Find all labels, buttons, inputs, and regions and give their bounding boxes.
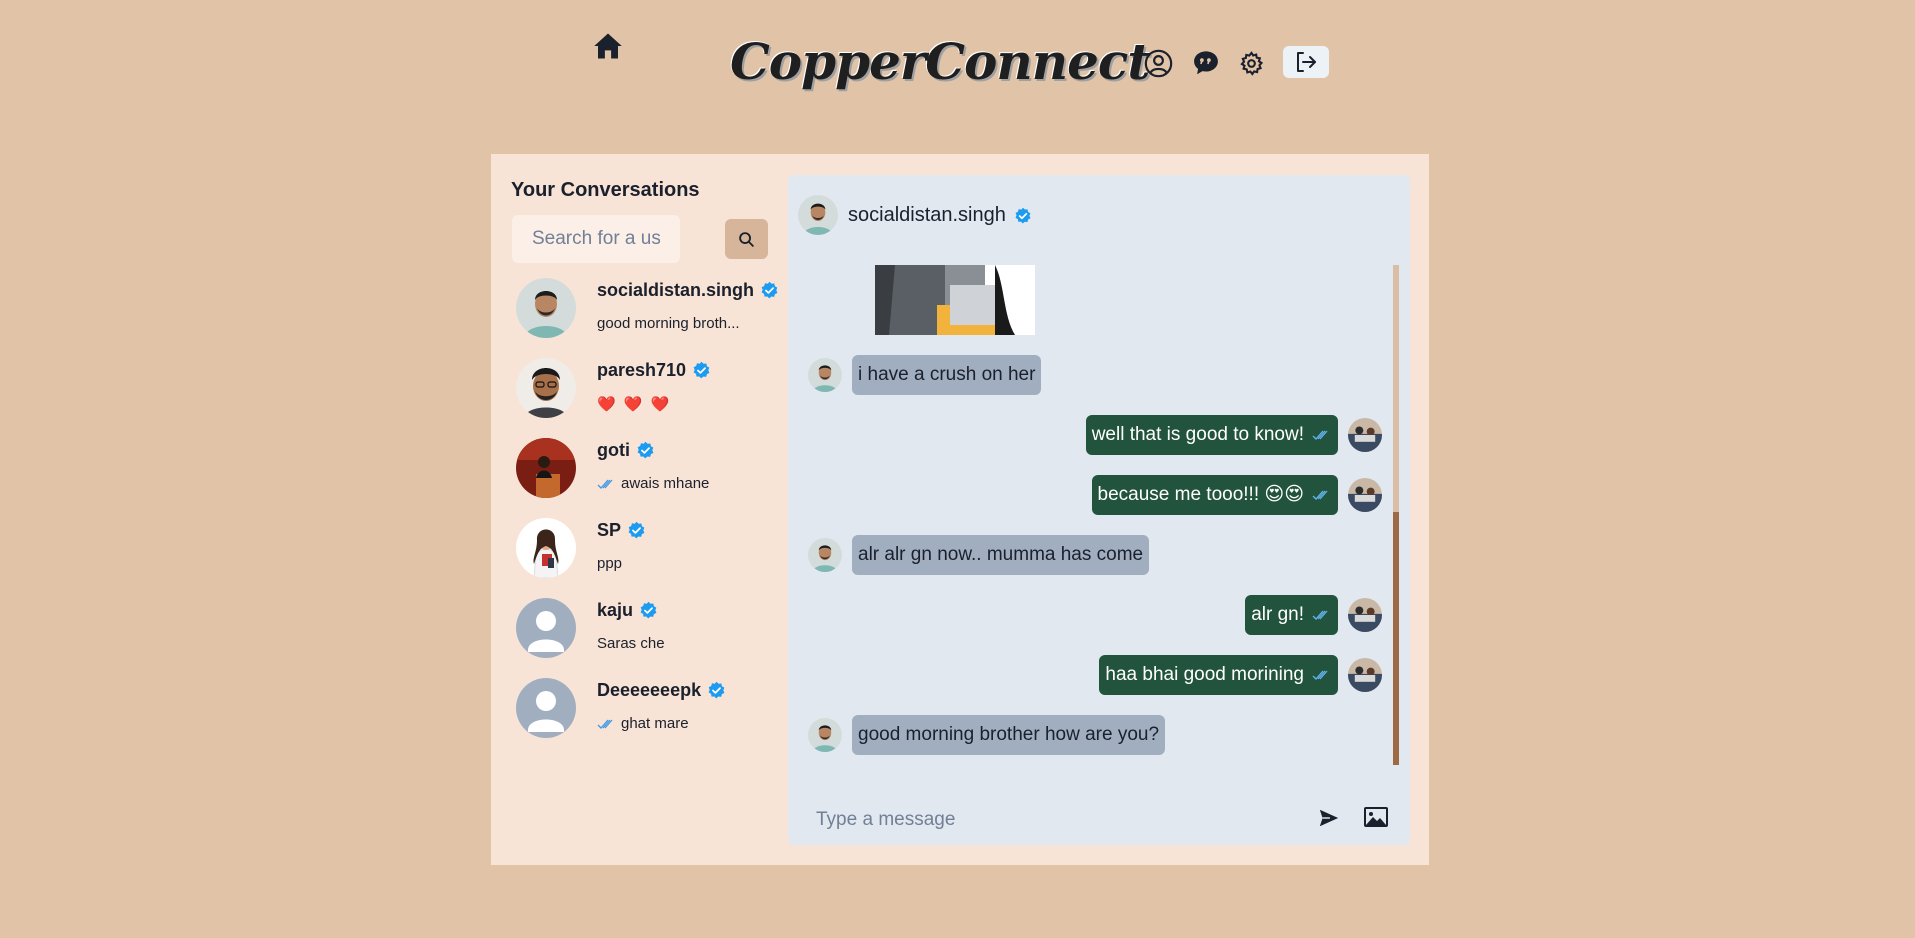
chat-partner-avatar: [798, 195, 838, 235]
conversation-name: kaju: [597, 600, 658, 621]
outgoing-message: because me tooo!!! 😍😍: [1091, 475, 1382, 515]
settings-icon[interactable]: [1235, 47, 1267, 79]
double-check-icon: [597, 479, 613, 489]
conversation-name: Deeeeeeepk: [597, 680, 726, 701]
verified-badge-icon: [637, 441, 654, 459]
conversation-last-message: ghat mare: [597, 715, 689, 732]
incoming-message: good morning brother how are you?: [808, 715, 1166, 755]
conversation-item[interactable]: paresh710 ❤️ ❤️ ❤️: [511, 354, 771, 424]
verified-badge-icon: [708, 681, 725, 699]
chat-window: socialdistan.singh i have a crush on her…: [788, 175, 1410, 845]
search-input[interactable]: [512, 215, 680, 263]
message-bubble: well that is good to know!: [1085, 415, 1338, 455]
conversation-item[interactable]: Deeeeeeepk ghat mare: [511, 674, 771, 744]
conversation-name: goti: [597, 440, 655, 461]
avatar: [516, 678, 576, 738]
conversations-title: Your Conversations: [511, 179, 700, 201]
verified-badge-icon: [1015, 207, 1031, 223]
verified-badge-icon: [693, 361, 710, 379]
conversation-last-message: awais mhane: [597, 475, 709, 492]
incoming-message: alr alr gn now.. mumma has come: [808, 535, 1150, 575]
search-button[interactable]: [725, 219, 768, 259]
avatar: [1348, 598, 1382, 632]
outgoing-message: alr gn!: [1245, 595, 1382, 635]
message-bubble: because me tooo!!! 😍😍: [1091, 475, 1338, 515]
double-check-icon: [1312, 610, 1328, 620]
double-check-icon: [1312, 430, 1328, 440]
incoming-message: i have a crush on her: [808, 355, 1042, 395]
message-bubble: alr alr gn now.. mumma has come: [852, 535, 1150, 575]
conversation-last-message: Saras che: [597, 635, 665, 652]
message-bubble: i have a crush on her: [852, 355, 1042, 395]
conversation-name: SP: [597, 520, 646, 541]
scrollbar-thumb[interactable]: [1393, 512, 1399, 765]
profile-icon[interactable]: [1142, 47, 1174, 79]
chat-icon[interactable]: [1190, 47, 1222, 79]
message-input[interactable]: [804, 800, 1328, 840]
conversation-item[interactable]: goti awais mhane: [511, 434, 771, 504]
avatar: [808, 718, 842, 752]
outgoing-message: haa bhai good morining: [1099, 655, 1382, 695]
message-bubble: alr gn!: [1245, 595, 1338, 635]
conversation-item[interactable]: kaju Saras che: [511, 594, 771, 664]
conversation-last-message: ppp: [597, 555, 623, 572]
avatar: [1348, 478, 1382, 512]
home-icon[interactable]: [592, 30, 624, 62]
image-upload-icon[interactable]: [1363, 805, 1391, 833]
avatar: [516, 278, 576, 338]
logout-icon[interactable]: [1283, 46, 1329, 78]
verified-badge-icon: [640, 601, 657, 619]
verified-badge-icon: [628, 521, 645, 539]
app-logo: CopperConnect: [730, 32, 1150, 91]
avatar: [516, 358, 576, 418]
message-list[interactable]: i have a crush on her well that is good …: [788, 265, 1410, 765]
search-icon: [739, 231, 754, 247]
avatar: [516, 518, 576, 578]
avatar: [1348, 418, 1382, 452]
message-bubble: good morning brother how are you?: [852, 715, 1166, 755]
conversation-name: paresh710: [597, 360, 711, 381]
avatar: [516, 438, 576, 498]
avatar: [808, 538, 842, 572]
chat-partner-name: socialdistan.singh: [848, 204, 1032, 227]
conversation-last-message: ❤️ ❤️ ❤️: [597, 396, 672, 413]
double-check-icon: [1312, 490, 1328, 500]
message-bubble: haa bhai good morining: [1099, 655, 1338, 695]
avatar: [1348, 658, 1382, 692]
double-check-icon: [597, 719, 613, 729]
conversation-item[interactable]: SP ppp: [511, 514, 771, 584]
conversation-item[interactable]: socialdistan.singh good morning broth...: [511, 274, 778, 344]
avatar: [516, 598, 576, 658]
verified-badge-icon: [761, 281, 778, 299]
image-message[interactable]: [875, 265, 1035, 335]
main-panel: Your Conversations socialdistan.singh go…: [491, 154, 1429, 865]
double-check-icon: [1312, 670, 1328, 680]
conversation-last-message: good morning broth...: [597, 315, 740, 332]
send-icon[interactable]: [1318, 807, 1344, 833]
conversation-name: socialdistan.singh: [597, 280, 779, 301]
outgoing-message: well that is good to know!: [1085, 415, 1382, 455]
avatar: [808, 358, 842, 392]
